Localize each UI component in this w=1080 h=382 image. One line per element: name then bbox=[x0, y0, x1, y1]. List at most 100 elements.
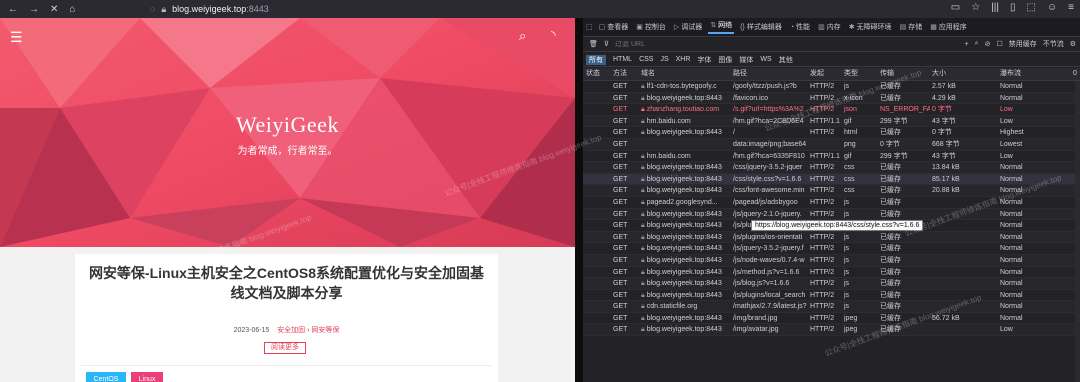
tag-linux[interactable]: Linux bbox=[131, 372, 163, 382]
tab-style-editor[interactable]: {} 样式编辑器 bbox=[738, 22, 784, 32]
request-domain: 🔒︎ zhanzhang.toutiao.com bbox=[641, 104, 731, 116]
request-row[interactable]: 200GETdata:image/png;base64png0 字节668 字节… bbox=[583, 138, 1080, 151]
request-row[interactable]: 200GET🔒︎blog.weiyigeek.top:8443/css/styl… bbox=[583, 173, 1080, 186]
tab-application[interactable]: ▦ 应用程序 bbox=[928, 22, 969, 32]
request-row[interactable]: 200GET🔒︎cdn.staticfile.org/mathjax/2.7.9… bbox=[583, 301, 1080, 313]
request-list-scrollbar[interactable] bbox=[1075, 81, 1080, 382]
menu-icon[interactable]: ≡ bbox=[1068, 2, 1074, 13]
request-file: /js/plugins/ios-orientati bbox=[733, 233, 803, 241]
disable-cache-checkbox[interactable]: ☐ bbox=[996, 40, 1002, 48]
search-icon[interactable]: ⌕ bbox=[519, 28, 526, 44]
request-domain-text: blog.weiyigeek.top:8443 bbox=[646, 233, 722, 241]
reader-icon[interactable]: ▭ bbox=[951, 2, 960, 13]
address-bar[interactable]: ◌ 🔒︎ blog.weiyigeek.top:8443 bbox=[150, 2, 830, 16]
request-row[interactable]: 200GET🔒︎blog.weiyigeek.top:8443/js/jquer… bbox=[583, 208, 1080, 221]
col-type[interactable]: 类型 bbox=[844, 68, 878, 80]
account-icon[interactable]: ☺ bbox=[1047, 2, 1057, 13]
settings-gear-icon[interactable]: ⚙ bbox=[1070, 40, 1076, 48]
request-method: GET bbox=[613, 175, 628, 183]
block-icon[interactable]: ⊘ bbox=[985, 40, 991, 48]
hamburger-menu-icon[interactable]: ☰ bbox=[10, 29, 23, 46]
devtools-panel: ⬚ ▢ 查看器 ▣ 控制台 ▷ 调试器 ⇅ 网络 {} 样式编辑器 ◔ 性能 ▥ 内存 ✱ 无障… bbox=[583, 18, 1080, 382]
type-filter-other[interactable]: 其他 bbox=[779, 55, 793, 65]
col-waterfall[interactable]: 瀑布流 bbox=[1000, 68, 1080, 80]
post-title[interactable]: 网安等保-Linux主机安全之CentOS8系统配置优化与安全加固基线文档及脚本… bbox=[75, 263, 498, 303]
filter-icon: ⊽ bbox=[603, 41, 610, 48]
reload-icon[interactable]: ✕ bbox=[50, 4, 58, 15]
sidebar-icon[interactable]: ▯ bbox=[1010, 2, 1016, 13]
request-type: js bbox=[844, 198, 850, 206]
tab-performance[interactable]: ◔ 性能 bbox=[788, 22, 812, 32]
rss-icon[interactable]: ◝ bbox=[551, 28, 556, 42]
col-initiator[interactable]: 发起 bbox=[810, 68, 842, 80]
type-filter-js[interactable]: JS bbox=[660, 56, 668, 63]
request-row[interactable]: 200GET🔒︎blog.weiyigeek.top:8443/js/node-… bbox=[583, 254, 1080, 267]
type-filter-all[interactable]: 所有 bbox=[586, 54, 606, 65]
request-row[interactable]: 200GET🔒︎blog.weiyigeek.top:8443/js/plugi… bbox=[583, 290, 1080, 302]
request-priority: Normal bbox=[1000, 83, 1023, 90]
request-row[interactable]: 200GET🔒︎blog.weiyigeek.top:8443/css/font… bbox=[583, 185, 1080, 197]
request-type: x-icon bbox=[844, 94, 863, 102]
home-icon[interactable]: ⌂ bbox=[69, 4, 75, 15]
col-status[interactable]: 状态 bbox=[586, 68, 610, 80]
request-transferred: 已缓存 bbox=[880, 303, 901, 311]
request-row[interactable]: 200GET🔒︎blog.weiyigeek.top:8443/js/plugi… bbox=[583, 231, 1080, 244]
devtools-splitter[interactable] bbox=[575, 18, 583, 382]
type-filter-images[interactable]: 图像 bbox=[718, 55, 732, 65]
pick-element-icon[interactable]: ⬚ bbox=[586, 23, 593, 31]
type-filter-xhr[interactable]: XHR bbox=[676, 56, 691, 63]
tab-memory[interactable]: ▥ 内存 bbox=[816, 22, 843, 32]
read-more-button[interactable]: 阅读更多 bbox=[264, 342, 306, 354]
tab-accessibility[interactable]: ✱ 无障碍环境 bbox=[847, 22, 894, 32]
type-filter-html[interactable]: HTML bbox=[613, 56, 632, 63]
request-protocol: HTTP/2 bbox=[810, 164, 835, 172]
request-row[interactable]: 200GET🔒︎hm.baidu.com/hm.gif?hca=2C8D6E4H… bbox=[583, 115, 1080, 128]
col-sort[interactable]: 0 bbox=[1073, 68, 1079, 80]
filter-url-input[interactable] bbox=[615, 40, 816, 48]
request-row[interactable]: 200GET🔒︎blog.weiyigeek.top:8443/js/jquer… bbox=[583, 243, 1080, 255]
bookmark-star-icon[interactable]: ☆ bbox=[971, 2, 980, 13]
request-row[interactable]: 200GET🔒︎blog.weiyigeek.top:8443/js/blog.… bbox=[583, 278, 1080, 290]
request-row[interactable]: 200GET🔒︎blog.weiyigeek.top:8443/js/metho… bbox=[583, 267, 1080, 279]
type-filter-css[interactable]: CSS bbox=[639, 56, 653, 63]
request-row[interactable]: 200GET🔒︎blog.weiyigeek.top:8443/favicon.… bbox=[583, 92, 1080, 105]
type-filter-ws[interactable]: WS bbox=[760, 56, 771, 63]
extension-icon[interactable]: ⬚ bbox=[1026, 2, 1035, 13]
back-icon[interactable]: ← bbox=[8, 4, 18, 15]
request-row[interactable]: 200GET🔒︎blog.weiyigeek.top:8443/css/jque… bbox=[583, 162, 1080, 174]
search-icon[interactable]: ⌕ bbox=[975, 40, 979, 48]
tag-centos[interactable]: CentOS bbox=[86, 372, 126, 382]
post-category-1[interactable]: 安全加固 bbox=[277, 327, 305, 334]
request-row[interactable]: 200GET🔒︎pagead2.googlesynd.../pagead/js/… bbox=[583, 197, 1080, 209]
tab-inspector[interactable]: ▢ 查看器 bbox=[597, 22, 631, 32]
type-filter-media[interactable]: 媒体 bbox=[739, 55, 753, 65]
request-row[interactable]: 200GET🔒︎blog.weiyigeek.top:8443/img/avat… bbox=[583, 324, 1080, 337]
type-filter-fonts[interactable]: 字体 bbox=[697, 55, 711, 65]
lock-icon: 🔒︎ bbox=[641, 245, 645, 253]
col-domain[interactable]: 域名 bbox=[641, 68, 731, 80]
tab-console[interactable]: ▣ 控制台 bbox=[634, 22, 668, 32]
tab-debugger[interactable]: ▷ 调试器 bbox=[672, 22, 704, 32]
request-row[interactable]: ⊘GET🔒︎zhanzhang.toutiao.com/s.gif?url=ht… bbox=[583, 104, 1080, 116]
request-method: GET bbox=[613, 187, 628, 195]
request-protocol: HTTP/2 bbox=[810, 314, 835, 322]
col-method[interactable]: 方法 bbox=[613, 68, 639, 80]
request-domain: 🔒︎ blog.weiyigeek.top:8443 bbox=[641, 232, 731, 244]
col-transferred[interactable]: 传输 bbox=[880, 68, 930, 80]
trash-icon[interactable]: 🗑︎ bbox=[589, 40, 598, 48]
request-row[interactable]: 200GET🔒︎lf1-cdn-tos.bytegoofy.c/goofy/tt… bbox=[583, 81, 1080, 93]
request-row[interactable]: 200GET🔒︎blog.weiyigeek.top:8443/HTTP/2ht… bbox=[583, 127, 1080, 139]
forward-icon[interactable]: → bbox=[29, 4, 39, 15]
site-name[interactable]: WeiyiGeek bbox=[0, 112, 575, 138]
tab-storage[interactable]: ▤ 存储 bbox=[898, 22, 925, 32]
add-icon[interactable]: + bbox=[965, 41, 969, 48]
col-size[interactable]: 大小 bbox=[932, 68, 998, 80]
post-category-2[interactable]: 网安等保 bbox=[311, 327, 339, 334]
library-icon[interactable]: ||| bbox=[991, 2, 999, 13]
tab-network[interactable]: ⇅ 网络 bbox=[708, 20, 735, 34]
col-file[interactable]: 路径 bbox=[733, 68, 808, 80]
request-transferred: 已缓存 bbox=[880, 94, 901, 102]
request-row[interactable]: 200GET🔒︎blog.weiyigeek.top:8443/img/bran… bbox=[583, 313, 1080, 325]
throttle-select[interactable]: 不节流 bbox=[1043, 39, 1064, 49]
request-row[interactable]: 200GET🔒︎hm.baidu.com/hm.gif?hca=6335F810… bbox=[583, 151, 1080, 163]
